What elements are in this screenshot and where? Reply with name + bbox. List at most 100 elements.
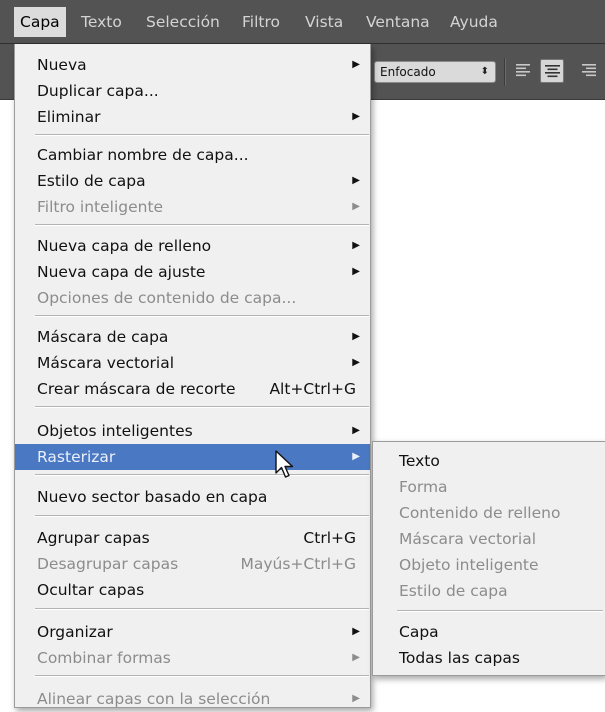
toolbar-separator <box>504 58 506 86</box>
submenu-item-estilo-capa[interactable]: Estilo de capa <box>373 578 604 604</box>
menu-item-cambiar-nombre[interactable]: Cambiar nombre de capa... <box>15 142 370 168</box>
menu-item-label: Organizar <box>37 623 113 641</box>
menu-item-label: Duplicar capa... <box>37 82 159 100</box>
antialias-value: Enfocado <box>380 65 436 79</box>
menu-item-nueva-capa-ajuste[interactable]: Nueva capa de ajuste ▶ <box>15 259 370 285</box>
menu-item-label: Combinar formas <box>37 649 171 667</box>
menu-separator <box>35 224 369 226</box>
menu-item-label: Estilo de capa <box>37 172 146 190</box>
menu-item-label: Nueva capa de ajuste <box>37 263 206 281</box>
submenu-arrow-icon: ▶ <box>352 425 360 436</box>
submenu-item-contenido-relleno[interactable]: Contenido de relleno <box>373 500 604 526</box>
submenu-arrow-icon: ▶ <box>352 693 360 704</box>
menu-item-alinear-capas[interactable]: Alinear capas con la selección ▶ <box>15 686 370 712</box>
submenu-item-label: Contenido de relleno <box>399 504 561 522</box>
menu-item-label: Agrupar capas <box>37 529 150 547</box>
submenu-arrow-icon: ▶ <box>352 240 360 251</box>
menu-item-label: Crear máscara de recorte <box>37 380 236 398</box>
antialias-select[interactable]: Enfocado ⬍ <box>374 61 496 83</box>
submenu-arrow-icon: ▶ <box>352 331 360 342</box>
menu-capa[interactable]: Capa <box>14 7 66 37</box>
submenu-item-label: Todas las capas <box>399 649 520 667</box>
menu-bar: Capa Texto Selección Filtro Vista Ventan… <box>0 0 605 44</box>
menu-item-organizar[interactable]: Organizar ▶ <box>15 619 370 645</box>
submenu-arrow-icon: ▶ <box>352 626 360 637</box>
submenu-arrow-icon: ▶ <box>352 201 360 212</box>
align-center-icon <box>545 65 560 78</box>
submenu-arrow-icon: ▶ <box>352 357 360 368</box>
menu-item-mascara-capa[interactable]: Máscara de capa ▶ <box>15 324 370 350</box>
menu-item-filtro-inteligente[interactable]: Filtro inteligente ▶ <box>15 194 370 220</box>
menu-item-crear-mascara-recorte[interactable]: Crear máscara de recorte Alt+Ctrl+G <box>15 376 370 402</box>
menu-seleccion[interactable]: Selección <box>146 9 220 35</box>
submenu-arrow-icon: ▶ <box>352 451 360 462</box>
submenu-item-label: Texto <box>399 452 440 470</box>
menu-separator <box>35 315 369 317</box>
menu-item-shortcut: Alt+Ctrl+G <box>269 380 356 398</box>
menu-item-combinar-formas[interactable]: Combinar formas ▶ <box>15 645 370 671</box>
menu-item-nueva-capa-relleno[interactable]: Nueva capa de relleno ▶ <box>15 233 370 259</box>
menu-ayuda[interactable]: Ayuda <box>450 9 498 35</box>
menu-item-desagrupar-capas[interactable]: Desagrupar capas Mayús+Ctrl+G <box>15 551 370 577</box>
submenu-item-label: Estilo de capa <box>399 582 508 600</box>
menu-item-label: Alinear capas con la selección <box>37 690 271 708</box>
menu-item-objetos-inteligentes[interactable]: Objetos inteligentes ▶ <box>15 418 370 444</box>
menu-separator <box>35 515 369 517</box>
menu-item-label: Desagrupar capas <box>37 555 179 573</box>
menu-item-estilo-capa[interactable]: Estilo de capa ▶ <box>15 168 370 194</box>
align-left-button[interactable] <box>512 59 536 83</box>
menu-separator <box>35 608 369 610</box>
menu-item-label: Cambiar nombre de capa... <box>37 146 249 164</box>
submenu-arrow-icon: ▶ <box>352 175 360 186</box>
menu-item-nueva[interactable]: Nueva ▶ <box>15 52 370 78</box>
menu-texto[interactable]: Texto <box>81 9 122 35</box>
align-right-icon <box>582 64 596 77</box>
align-center-button[interactable] <box>540 59 564 83</box>
submenu-item-mascara-vectorial[interactable]: Máscara vectorial <box>373 526 604 552</box>
menu-item-rasterizar[interactable]: Rasterizar ▶ <box>15 444 370 470</box>
menu-item-eliminar[interactable]: Eliminar ▶ <box>15 104 370 130</box>
menu-item-label: Opciones de contenido de capa... <box>37 289 297 307</box>
menu-item-ocultar-capas[interactable]: Ocultar capas <box>15 577 370 603</box>
menu-item-label: Filtro inteligente <box>37 198 164 216</box>
menu-item-label: Máscara de capa <box>37 328 169 346</box>
submenu-item-label: Máscara vectorial <box>399 530 537 548</box>
submenu-item-label: Objeto inteligente <box>399 556 539 574</box>
menu-item-label: Máscara vectorial <box>37 354 175 372</box>
menu-item-label: Eliminar <box>37 108 101 126</box>
submenu-item-forma[interactable]: Forma <box>373 474 604 500</box>
submenu-item-capa[interactable]: Capa <box>373 619 604 645</box>
menu-item-label: Ocultar capas <box>37 581 145 599</box>
submenu-arrow-icon: ▶ <box>352 59 360 70</box>
rasterize-submenu: Texto Forma Contenido de relleno Máscara… <box>372 441 605 676</box>
menu-item-mascara-vectorial[interactable]: Máscara vectorial ▶ <box>15 350 370 376</box>
up-down-arrows-icon: ⬍ <box>480 66 489 77</box>
align-right-button[interactable] <box>577 59 601 83</box>
menu-item-label: Nueva capa de relleno <box>37 237 212 255</box>
layer-menu: Nueva ▶ Duplicar capa... Eliminar ▶ Camb… <box>14 44 371 708</box>
menu-separator <box>35 474 369 476</box>
submenu-separator <box>397 610 603 612</box>
submenu-arrow-icon: ▶ <box>352 111 360 122</box>
submenu-item-todas-las-capas[interactable]: Todas las capas <box>373 645 604 671</box>
mouse-pointer-icon <box>275 450 294 478</box>
menu-item-nuevo-sector[interactable]: Nuevo sector basado en capa <box>15 484 370 510</box>
menu-item-shortcut: Mayús+Ctrl+G <box>240 555 356 573</box>
submenu-item-objeto-inteligente[interactable]: Objeto inteligente <box>373 552 604 578</box>
menu-item-label: Rasterizar <box>37 448 116 466</box>
menu-item-agrupar-capas[interactable]: Agrupar capas Ctrl+G <box>15 525 370 551</box>
menu-separator <box>35 675 369 677</box>
submenu-item-label: Capa <box>399 623 439 641</box>
menu-vista[interactable]: Vista <box>305 9 343 35</box>
menu-separator <box>35 406 369 408</box>
submenu-item-texto[interactable]: Texto <box>373 448 604 474</box>
menu-ventana[interactable]: Ventana <box>366 9 430 35</box>
menu-item-opciones-contenido[interactable]: Opciones de contenido de capa... <box>15 285 370 311</box>
menu-separator <box>35 134 369 136</box>
submenu-item-label: Forma <box>399 478 448 496</box>
menu-item-duplicar-capa[interactable]: Duplicar capa... <box>15 78 370 104</box>
menu-filtro[interactable]: Filtro <box>242 9 280 35</box>
submenu-arrow-icon: ▶ <box>352 652 360 663</box>
align-left-icon <box>516 64 530 77</box>
menu-item-label: Nueva <box>37 56 87 74</box>
